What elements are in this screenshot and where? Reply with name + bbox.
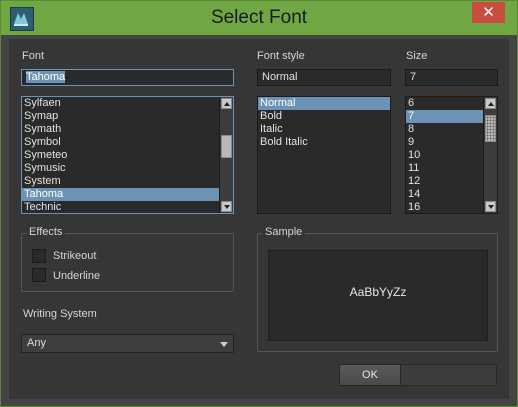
- size-list-item[interactable]: 10: [406, 149, 483, 162]
- sample-text: AaBbYyZz: [349, 285, 407, 299]
- font-list-item[interactable]: Technic: [22, 201, 219, 213]
- close-button[interactable]: ✕: [472, 2, 505, 23]
- title-bar[interactable]: Select Font ✕: [1, 1, 517, 35]
- sample-title: Sample: [262, 226, 306, 238]
- effects-group: [21, 233, 234, 292]
- size-label: Size: [406, 50, 428, 62]
- font-list-item[interactable]: Symath: [22, 123, 219, 136]
- font-input[interactable]: Tahoma: [21, 69, 234, 86]
- font-list-item[interactable]: Symeteo: [22, 149, 219, 162]
- size-list-item[interactable]: 16: [406, 201, 483, 213]
- font-style-list-item[interactable]: Bold Italic: [258, 136, 390, 149]
- sample-preview: AaBbYyZz: [268, 250, 488, 341]
- effects-title: Effects: [26, 226, 66, 238]
- strikeout-checkbox[interactable]: [32, 249, 46, 263]
- size-list[interactable]: 6 7 8 9 10 11 12 14 16: [405, 96, 498, 214]
- size-list-item[interactable]: 11: [406, 162, 483, 175]
- writing-system-dropdown[interactable]: Any: [21, 334, 234, 353]
- font-list-item[interactable]: Symap: [22, 110, 219, 123]
- underline-checkbox[interactable]: [32, 268, 46, 282]
- cancel-button[interactable]: [401, 364, 497, 386]
- scroll-down-button[interactable]: [221, 201, 232, 212]
- font-style-list-item[interactable]: Bold: [258, 110, 390, 123]
- chevron-down-icon: [488, 205, 494, 209]
- font-list-item[interactable]: Tahoma: [22, 188, 219, 201]
- strikeout-label[interactable]: Strikeout: [53, 250, 96, 262]
- font-list[interactable]: Sylfaen Symap Symath Symbol Symeteo Symusic Sy…: [21, 96, 234, 214]
- chevron-up-icon: [488, 102, 494, 106]
- font-style-input[interactable]: Normal: [257, 69, 391, 86]
- chevron-up-icon: [224, 102, 230, 106]
- font-input-value: Tahoma: [26, 71, 66, 83]
- font-style-list[interactable]: Normal Bold Italic Bold Italic: [257, 96, 391, 214]
- font-label: Font: [22, 50, 45, 62]
- writing-system-label: Writing System: [23, 308, 97, 320]
- underline-label[interactable]: Underline: [53, 270, 100, 282]
- scroll-thumb[interactable]: [221, 135, 232, 158]
- chevron-down-icon: [224, 205, 230, 209]
- font-style-list-item[interactable]: Italic: [258, 123, 390, 136]
- size-list-item[interactable]: 12: [406, 175, 483, 188]
- size-list-item[interactable]: 6: [406, 97, 483, 110]
- scroll-up-button[interactable]: [485, 98, 496, 109]
- size-list-scrollbar[interactable]: [483, 97, 497, 213]
- window-title: Select Font: [210, 7, 308, 28]
- writing-system-value: Any: [27, 337, 46, 349]
- ok-button[interactable]: OK: [339, 364, 401, 386]
- size-list-item[interactable]: 7: [406, 110, 483, 123]
- scroll-thumb[interactable]: [485, 115, 496, 142]
- close-icon: ✕: [482, 4, 495, 21]
- size-input[interactable]: 7: [405, 69, 498, 86]
- font-list-scrollbar[interactable]: [219, 97, 233, 213]
- scroll-up-button[interactable]: [221, 98, 232, 109]
- size-list-item[interactable]: 14: [406, 188, 483, 201]
- size-list-item[interactable]: 9: [406, 136, 483, 149]
- select-font-dialog: Select Font ✕ Font Tahoma Sylfaen Symap Sy…: [0, 0, 518, 407]
- chevron-down-icon: [220, 342, 228, 347]
- font-list-item[interactable]: System: [22, 175, 219, 188]
- dialog-body: Font Tahoma Sylfaen Symap Symath Symbol Syme…: [9, 39, 509, 399]
- font-list-item[interactable]: Sylfaen: [22, 97, 219, 110]
- font-list-item[interactable]: Symusic: [22, 162, 219, 175]
- font-list-item[interactable]: Symbol: [22, 136, 219, 149]
- font-style-list-item[interactable]: Normal: [258, 97, 390, 110]
- font-style-label: Font style: [257, 50, 305, 62]
- size-list-item[interactable]: 8: [406, 123, 483, 136]
- scroll-down-button[interactable]: [485, 201, 496, 212]
